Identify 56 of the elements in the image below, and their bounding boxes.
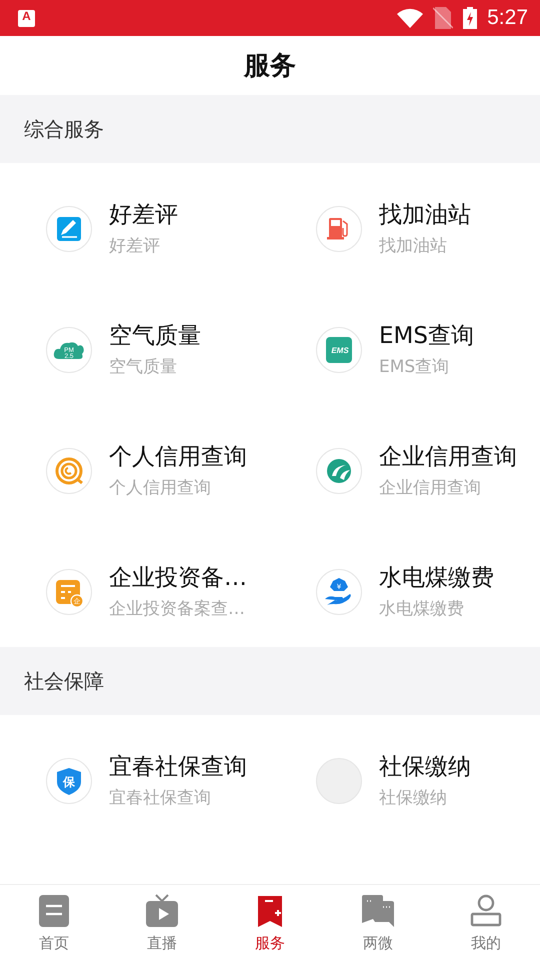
nav-tab-label: 直播 — [147, 934, 177, 952]
service-item[interactable]: 找加油站 找加油站 — [270, 163, 540, 284]
nav-tab-label: 服务 — [255, 934, 285, 952]
service-subtitle: 好差评 — [109, 234, 161, 258]
section-title: 社会保障 — [23, 668, 105, 694]
service-subtitle: 空气质量 — [109, 356, 178, 378]
app-notification-icon: A — [18, 10, 35, 26]
page-title: 服务 — [244, 50, 296, 83]
service-title: 好差评 — [109, 200, 178, 230]
blank-circle-icon — [316, 758, 362, 804]
service-title: 企业投资备… — [109, 564, 247, 592]
section-title: 综合服务 — [23, 116, 105, 142]
nav-tab[interactable]: 服务 — [216, 885, 324, 960]
status-time: 5:27 — [487, 6, 528, 30]
pen-icon — [46, 206, 92, 252]
service-title: 个人信用查询 — [109, 442, 247, 472]
service-title: 宜春社保查询 — [109, 752, 247, 782]
service-title: 找加油站 — [379, 200, 471, 230]
home-icon — [37, 892, 71, 928]
nav-tab-label: 我的 — [471, 934, 501, 952]
nav-tab[interactable]: 我的 — [432, 885, 540, 960]
service-subtitle: 个人信用查询 — [109, 476, 212, 500]
service-subtitle: 企业投资备案查… — [109, 598, 246, 620]
service-item[interactable]: 社保缴纳 社保缴纳 — [270, 715, 540, 836]
tv-icon — [145, 892, 179, 928]
service-title: 空气质量 — [109, 322, 201, 350]
chat-bubbles-icon — [361, 892, 395, 928]
nav-tab-label: 两微 — [363, 934, 393, 952]
service-item[interactable]: 好差评 好差评 — [0, 163, 270, 284]
nav-tab[interactable]: 直播 — [108, 885, 216, 960]
service-subtitle: 水电煤缴费 — [379, 598, 465, 620]
wifi-icon — [397, 8, 424, 28]
enterprise-logo-icon — [316, 448, 362, 494]
service-title: 社保缴纳 — [379, 752, 471, 782]
ems-logo-icon: EMS — [316, 326, 362, 372]
shield-icon: 保 — [46, 758, 92, 804]
credit-search-icon — [46, 448, 92, 494]
service-title: 水电煤缴费 — [379, 564, 494, 592]
service-item[interactable]: 个人信用查询 个人信用查询 — [0, 405, 270, 526]
service-title: EMS查询 — [379, 322, 474, 350]
nav-tab[interactable]: 首页 — [0, 885, 108, 960]
person-icon — [469, 892, 503, 928]
service-subtitle: 找加油站 — [379, 234, 448, 258]
service-item[interactable]: EMS EMS查询 EMS查询 — [270, 284, 540, 405]
fuel-pump-icon — [316, 206, 362, 252]
nav-tab[interactable]: 两微 — [324, 885, 432, 960]
service-title: 企业信用查询 — [379, 442, 517, 472]
service-subtitle: 宜春社保查询 — [109, 786, 212, 810]
nav-tab-label: 首页 — [39, 934, 69, 952]
no-sim-icon — [433, 7, 454, 29]
service-subtitle: EMS查询 — [379, 356, 450, 378]
service-subtitle: 企业信用查询 — [379, 476, 482, 500]
service-subtitle: 社保缴纳 — [379, 786, 448, 810]
service-item[interactable]: 企业信用查询 企业信用查询 — [270, 405, 540, 526]
battery-charging-icon — [463, 7, 478, 29]
service-item[interactable]: 保 宜春社保查询 宜春社保查询 — [0, 715, 270, 836]
